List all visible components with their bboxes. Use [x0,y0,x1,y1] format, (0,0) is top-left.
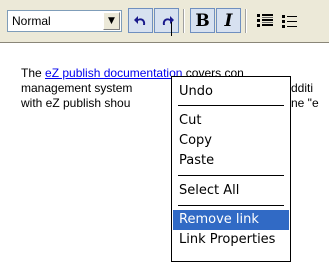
bold-button[interactable]: B [190,8,215,33]
menu-item-select-all[interactable]: Select All [173,181,289,201]
italic-label: I [224,10,233,31]
menu-item-paste[interactable]: Paste [173,151,289,171]
toolbar-separator [183,9,185,33]
menu-item-undo[interactable]: Undo [173,82,289,102]
paragraph-style-value: Normal [12,14,51,28]
numbered-list-icon [256,13,273,27]
menu-item-link-properties[interactable]: Link Properties [173,230,289,250]
menu-item-remove-link[interactable]: Remove link [173,210,289,230]
chevron-down-icon[interactable]: ▼ [103,12,120,30]
text-fragment: dditi [291,81,314,95]
menu-item-copy[interactable]: Copy [173,131,289,151]
redo-button[interactable] [154,8,179,33]
editor-toolbar: Normal ▼ B I [0,0,329,43]
redo-icon [162,15,174,25]
text-fragment: ne "e [291,96,319,110]
menu-item-cut[interactable]: Cut [173,111,289,131]
context-menu: Undo Cut Copy Paste Select All Remove li… [171,76,291,262]
paragraph-style-select[interactable]: Normal ▼ [7,10,122,32]
menu-separator [178,205,284,206]
menu-separator [178,105,284,106]
bold-label: B [195,10,210,31]
italic-button[interactable]: I [216,8,241,33]
text-fragment: management system [21,81,133,95]
bullet-list-icon [282,14,297,28]
bullet-list-button[interactable] [278,8,300,33]
ordered-list-button[interactable] [252,8,277,33]
undo-icon [133,15,145,25]
toolbar-separator [245,9,247,33]
text-fragment: The [21,66,46,80]
undo-button[interactable] [128,8,153,33]
text-caret [171,22,172,36]
documentation-link[interactable]: eZ publish documentation [45,66,182,80]
menu-separator [178,175,284,176]
text-fragment: with eZ publish shou [21,96,131,110]
